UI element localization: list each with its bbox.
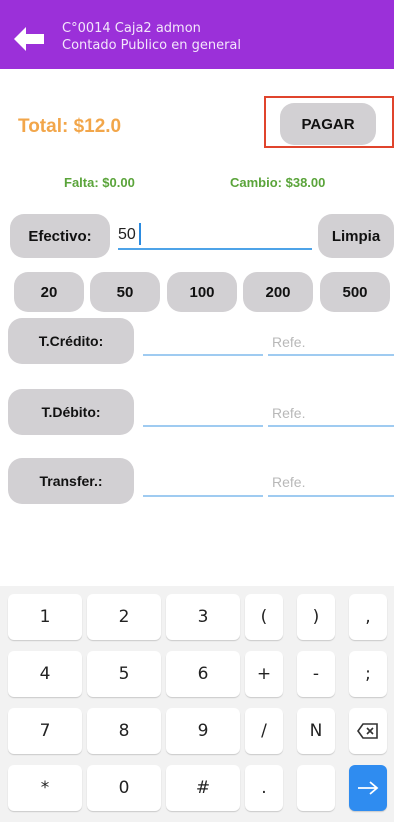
transfer-ref-placeholder: Refe. [272, 474, 306, 490]
numeric-keyboard: 1 2 3 ( ) , 4 5 6 + - ; 7 8 9 / N * 0 # … [0, 586, 394, 822]
key-3[interactable]: 3 [166, 594, 240, 640]
transfer-ref-input[interactable] [268, 495, 394, 497]
appbar-title-line1: C°0014 Caja2 admon [62, 21, 201, 36]
pay-button[interactable]: PAGAR [280, 103, 376, 145]
back-arrow-icon[interactable] [10, 22, 48, 56]
key-plus[interactable]: + [245, 651, 283, 697]
key-open-paren[interactable]: ( [245, 594, 283, 640]
appbar-title-line2: Contado Publico en general [62, 38, 242, 53]
credit-card-amount-input[interactable] [143, 354, 263, 356]
key-1[interactable]: 1 [8, 594, 82, 640]
amount-button-50[interactable]: 50 [90, 272, 160, 312]
key-4[interactable]: 4 [8, 651, 82, 697]
total-amount: Total: $12.0 [18, 116, 122, 137]
clear-button[interactable]: Limpia [318, 214, 394, 258]
key-n[interactable]: N [297, 708, 335, 754]
cash-button[interactable]: Efectivo: [10, 214, 110, 258]
amount-button-500[interactable]: 500 [320, 272, 390, 312]
key-close-paren[interactable]: ) [297, 594, 335, 640]
amount-button-200[interactable]: 200 [243, 272, 313, 312]
key-0[interactable]: 0 [87, 765, 161, 811]
amount-button-20[interactable]: 20 [14, 272, 84, 312]
key-9[interactable]: 9 [166, 708, 240, 754]
transfer-button[interactable]: Transfer.: [8, 458, 134, 504]
key-enter[interactable] [349, 765, 387, 811]
backspace-icon [357, 723, 378, 739]
cash-input[interactable] [118, 222, 312, 250]
key-hash[interactable]: # [166, 765, 240, 811]
key-slash[interactable]: / [245, 708, 283, 754]
key-6[interactable]: 6 [166, 651, 240, 697]
key-5[interactable]: 5 [87, 651, 161, 697]
transfer-amount-input[interactable] [143, 495, 263, 497]
key-semicolon[interactable]: ; [349, 651, 387, 697]
credit-card-ref-placeholder: Refe. [272, 334, 306, 350]
key-period[interactable]: . [245, 765, 283, 811]
debit-card-amount-input[interactable] [143, 425, 263, 427]
text-caret [139, 223, 141, 245]
key-blank[interactable] [297, 765, 335, 811]
key-7[interactable]: 7 [8, 708, 82, 754]
enter-arrow-icon [358, 781, 379, 795]
key-minus[interactable]: - [297, 651, 335, 697]
debit-card-button[interactable]: T.Débito: [8, 389, 134, 435]
credit-card-ref-input[interactable] [268, 354, 394, 356]
key-8[interactable]: 8 [87, 708, 161, 754]
amount-button-100[interactable]: 100 [167, 272, 237, 312]
change-amount: Cambio: $38.00 [230, 175, 326, 190]
appbar-title: C°0014 Caja2 admon Contado Publico en ge… [62, 20, 241, 54]
key-comma[interactable]: , [349, 594, 387, 640]
key-asterisk[interactable]: * [8, 765, 82, 811]
debit-card-ref-input[interactable] [268, 425, 394, 427]
key-2[interactable]: 2 [87, 594, 161, 640]
app-bar: C°0014 Caja2 admon Contado Publico en ge… [0, 0, 394, 69]
credit-card-button[interactable]: T.Crédito: [8, 318, 134, 364]
key-backspace[interactable] [349, 708, 387, 754]
remaining-amount: Falta: $0.00 [64, 175, 135, 190]
debit-card-ref-placeholder: Refe. [272, 405, 306, 421]
